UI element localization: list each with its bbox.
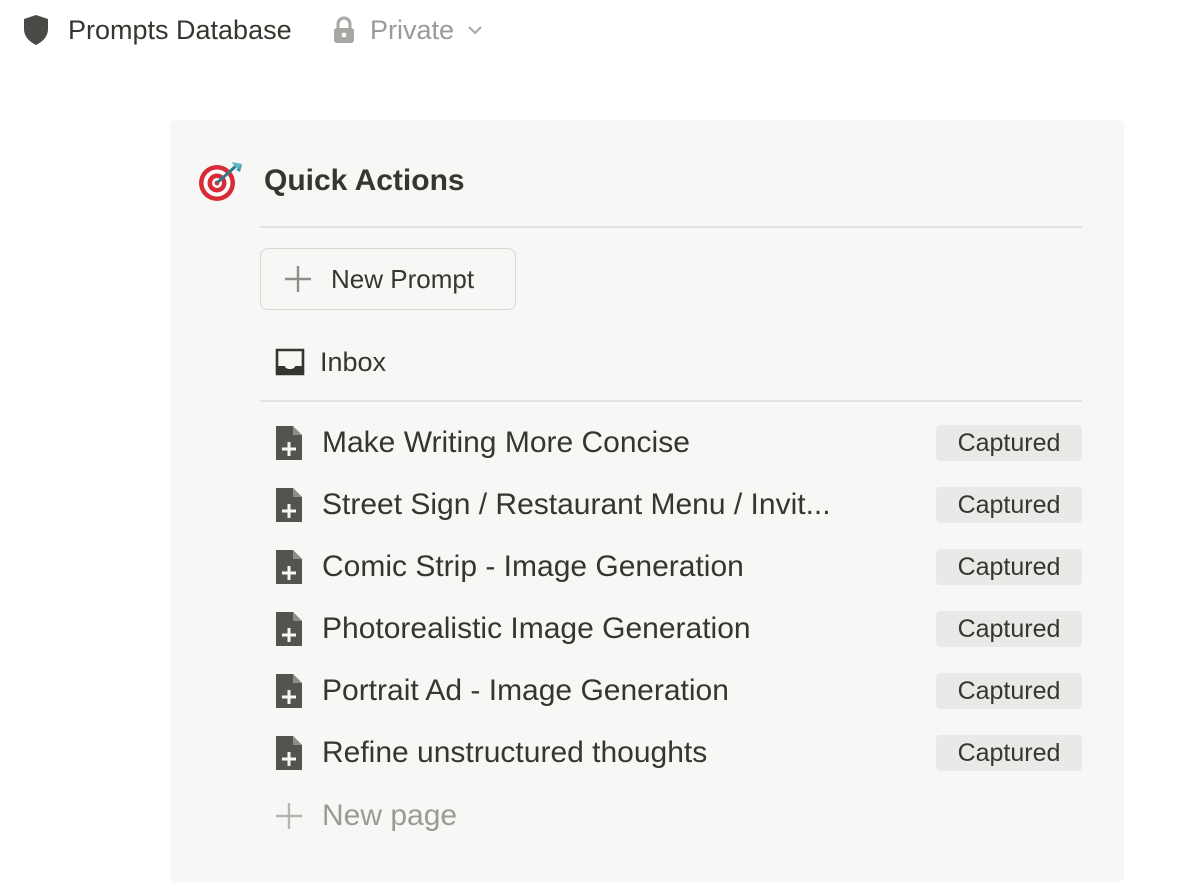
item-title: Make Writing More Concise — [322, 426, 690, 459]
lock-icon — [334, 16, 354, 43]
list-item[interactable]: Make Writing More Concise Captured — [260, 412, 1082, 474]
inbox-link[interactable]: Inbox — [274, 342, 386, 382]
page-title[interactable]: Prompts Database — [68, 14, 292, 46]
document-add-icon — [276, 674, 302, 708]
status-badge: Captured — [936, 735, 1082, 771]
inbox-tray-icon — [275, 348, 305, 376]
list-item[interactable]: Portrait Ad - Image Generation Captured — [260, 660, 1082, 722]
document-add-icon — [276, 612, 302, 646]
plus-icon — [285, 266, 311, 292]
document-add-icon — [276, 488, 302, 522]
shield-icon — [24, 15, 48, 45]
chevron-down-icon — [468, 26, 482, 35]
inbox-label: Inbox — [320, 346, 387, 377]
status-badge: Captured — [936, 425, 1082, 461]
document-add-icon — [276, 426, 302, 460]
divider — [260, 400, 1082, 402]
quick-actions-callout: Quick Actions New Prompt Inbox Make Writ… — [170, 120, 1124, 882]
item-title: Photorealistic Image Generation — [322, 612, 751, 645]
new-page-button[interactable]: New page — [274, 794, 457, 838]
new-prompt-button[interactable]: New Prompt — [260, 248, 516, 310]
list-item[interactable]: Street Sign / Restaurant Menu / Invit...… — [260, 474, 1082, 536]
item-title: Portrait Ad - Image Generation — [322, 674, 729, 707]
item-title: Street Sign / Restaurant Menu / Invit... — [322, 488, 831, 521]
item-title: Comic Strip - Image Generation — [322, 550, 744, 583]
status-badge: Captured — [936, 487, 1082, 523]
plus-icon — [276, 803, 302, 829]
document-add-icon — [276, 550, 302, 584]
callout-heading: Quick Actions — [264, 164, 465, 197]
prompt-list: Make Writing More Concise Captured Stree… — [260, 412, 1082, 784]
status-badge: Captured — [936, 673, 1082, 709]
privacy-selector[interactable]: Private — [332, 14, 484, 46]
top-bar: Prompts Database Private — [0, 0, 1184, 62]
status-badge: Captured — [936, 611, 1082, 647]
new-prompt-label: New Prompt — [331, 263, 475, 294]
status-badge: Captured — [936, 549, 1082, 585]
item-title: Refine unstructured thoughts — [322, 736, 708, 769]
target-icon — [199, 162, 242, 201]
document-add-icon — [276, 736, 302, 770]
privacy-label: Private — [370, 15, 455, 45]
divider — [260, 226, 1082, 228]
list-item[interactable]: Refine unstructured thoughts Captured — [260, 722, 1082, 784]
list-item[interactable]: Photorealistic Image Generation Captured — [260, 598, 1082, 660]
new-page-label: New page — [322, 799, 458, 832]
list-item[interactable]: Comic Strip - Image Generation Captured — [260, 536, 1082, 598]
